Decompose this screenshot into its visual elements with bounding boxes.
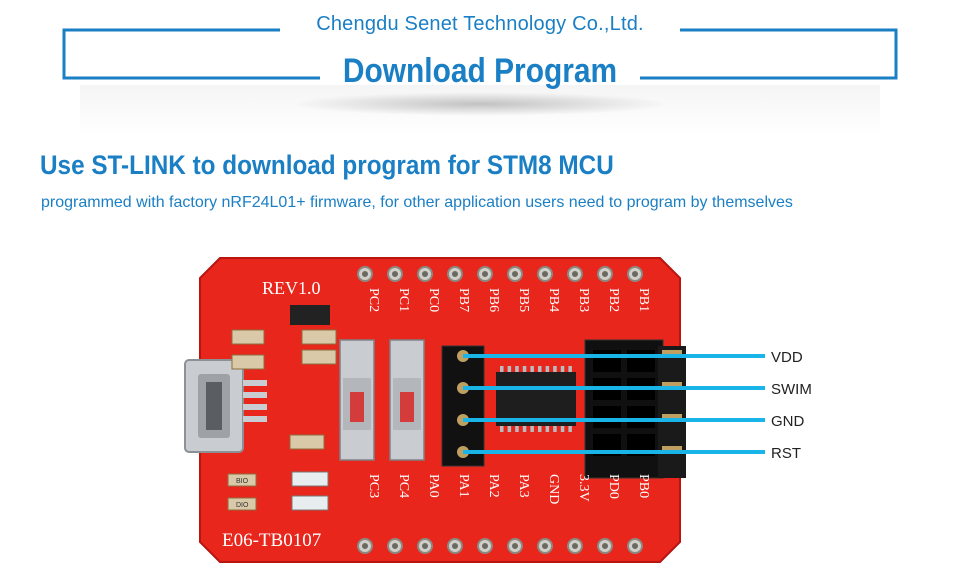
chip-leg: [538, 366, 542, 372]
bottom-pin-label: PC3: [366, 474, 381, 498]
top-pin-label: PB6: [486, 288, 501, 312]
chip-leg: [530, 366, 534, 372]
chip-leg: [568, 366, 572, 372]
chip-leg: [538, 426, 542, 432]
top-pin-label: PC2: [366, 288, 381, 312]
signal-label-swim: SWIM: [771, 381, 812, 398]
bottom-pin-hole-center: [482, 543, 488, 549]
chip-leg: [545, 426, 550, 432]
top-pin-hole-center: [422, 271, 428, 277]
swim-header: [441, 345, 485, 467]
chip-leg: [530, 426, 534, 432]
chip-leg: [522, 366, 527, 372]
top-pin-hole-center: [482, 271, 488, 277]
signal-label-rst: RST: [771, 445, 801, 462]
top-pin-hole-center: [452, 271, 458, 277]
bottom-pin-hole-center: [512, 543, 518, 549]
top-pin-hole-center: [572, 271, 578, 277]
bottom-pin-hole-center: [422, 543, 428, 549]
bottom-pin-label: PA1: [456, 474, 471, 498]
chip-leg: [515, 366, 519, 372]
bottom-pin-hole-center: [632, 543, 638, 549]
top-pin-hole-center: [512, 271, 518, 277]
top-pin-hole-center: [542, 271, 548, 277]
bottom-pin-label: GND: [546, 474, 561, 504]
mcu-chip: [496, 366, 576, 432]
bottom-pin-hole-center: [572, 543, 578, 549]
chip-leg: [522, 426, 527, 432]
chip-leg: [507, 366, 512, 372]
chip-leg: [507, 426, 512, 432]
bottom-pin-label: 3.3V: [576, 474, 591, 502]
board-revision: REV1.0: [262, 278, 321, 298]
reset-button-right: [389, 339, 425, 461]
bottom-pin-hole-center: [362, 543, 368, 549]
signal-label-vdd: VDD: [771, 349, 803, 366]
top-pin-hole-center: [392, 271, 398, 277]
bottom-pin-hole-center: [542, 543, 548, 549]
top-pin-label: PB5: [516, 288, 531, 312]
top-pin-hole-center: [602, 271, 608, 277]
bottom-pin-hole-center: [602, 543, 608, 549]
board-photo: REV1.0 E06-TB0107 BIO DIO PC2 PC1 PC0 PB…: [184, 257, 765, 563]
top-pin-label: PC1: [396, 288, 411, 312]
top-pin-label: PB1: [636, 288, 651, 312]
top-pin-label: PC0: [426, 288, 441, 312]
top-pin-label: PB7: [456, 288, 471, 312]
top-pin-label: PB2: [606, 288, 621, 312]
signal-label-gnd: GND: [771, 413, 805, 430]
reset-button-left: [339, 339, 375, 461]
led-label-dio: DIO: [236, 502, 249, 509]
top-pin-label: PB3: [576, 288, 591, 312]
section-subtitle: programmed with factory nRF24L01+ firmwa…: [41, 194, 793, 211]
chip-leg: [545, 366, 550, 372]
chip-leg: [560, 426, 565, 432]
chip-leg: [568, 426, 572, 432]
right-header: [658, 346, 686, 478]
chip-leg: [515, 426, 519, 432]
chip-leg: [500, 426, 504, 432]
rf-socket: [584, 339, 664, 479]
section-title: Use ST-LINK to download program for STM8…: [40, 150, 614, 180]
chip-leg: [553, 366, 557, 372]
chip-leg: [553, 426, 557, 432]
bottom-pin-label: PC4: [396, 474, 411, 498]
top-pin-hole-center: [632, 271, 638, 277]
chip-leg: [500, 366, 504, 372]
bottom-pin-label: PA0: [426, 474, 441, 498]
bottom-pin-label: PB0: [636, 474, 651, 498]
page-title: Download Program: [342, 52, 618, 90]
bottom-pin-hole-center: [452, 543, 458, 549]
bottom-pin-label: PD0: [606, 474, 621, 499]
bottom-pin-label: PA2: [486, 474, 501, 498]
board-model: E06-TB0107: [222, 530, 321, 551]
title-shadow: [290, 92, 670, 116]
top-pin-hole-center: [362, 271, 368, 277]
led-label-bio: BIO: [236, 478, 249, 485]
bottom-pin-hole-center: [392, 543, 398, 549]
chip-leg: [560, 366, 565, 372]
bottom-pin-label: PA3: [516, 474, 531, 498]
top-pin-label: PB4: [546, 288, 561, 312]
